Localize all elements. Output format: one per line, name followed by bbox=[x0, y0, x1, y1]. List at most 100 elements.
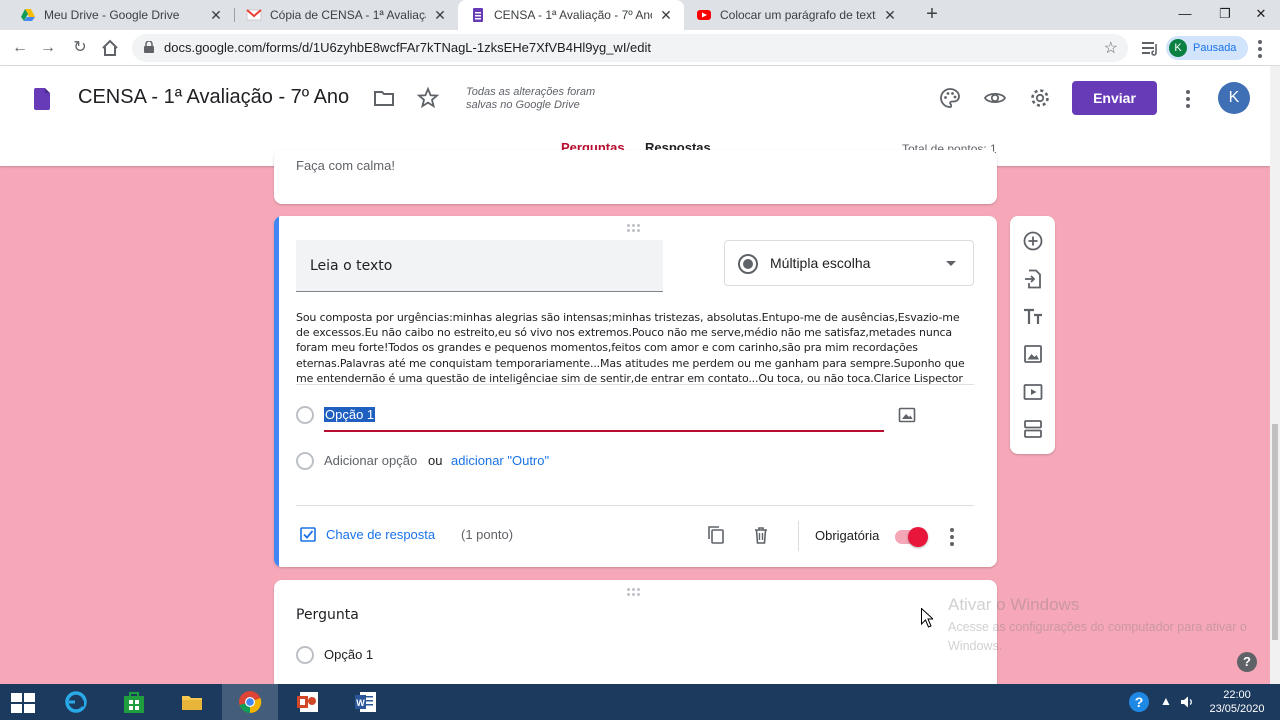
add-video-icon[interactable] bbox=[1022, 381, 1044, 403]
mouse-cursor-icon bbox=[921, 608, 933, 628]
svg-text:W: W bbox=[356, 698, 365, 708]
lock-icon bbox=[144, 41, 154, 53]
volume-icon[interactable] bbox=[1180, 695, 1194, 709]
question-description[interactable]: Sou composta por urgências:minhas alegri… bbox=[296, 310, 974, 386]
scrollbar-thumb[interactable] bbox=[1272, 424, 1278, 640]
question-type-dropdown[interactable]: Múltipla escolha bbox=[724, 240, 974, 286]
divider bbox=[296, 384, 974, 385]
tab-google-forms[interactable]: CENSA - 1ª Avaliação - 7º Ano - ✕ bbox=[458, 0, 684, 30]
account-avatar[interactable]: K bbox=[1218, 82, 1250, 114]
folder-icon[interactable] bbox=[372, 86, 396, 110]
delete-trash-icon[interactable] bbox=[751, 525, 771, 545]
gmail-icon bbox=[246, 9, 262, 21]
option-input-underline bbox=[324, 430, 884, 432]
bookmark-star-icon[interactable]: ☆ bbox=[1104, 38, 1118, 58]
tray-help-icon[interactable]: ? bbox=[1129, 692, 1149, 712]
new-tab-button[interactable]: + bbox=[920, 3, 944, 27]
form-title[interactable]: CENSA - 1ª Avaliação - 7º Ano bbox=[78, 86, 349, 109]
forward-icon[interactable]: → bbox=[36, 36, 60, 60]
drag-handle-icon[interactable] bbox=[627, 588, 643, 596]
required-toggle-knob[interactable] bbox=[908, 527, 928, 547]
clock[interactable]: 22:00 23/05/2020 bbox=[1206, 688, 1268, 716]
powerpoint-app[interactable] bbox=[280, 684, 336, 720]
google-forms-logo-icon[interactable] bbox=[34, 88, 50, 110]
question-title-input[interactable]: Leia o texto bbox=[296, 240, 663, 292]
clock-date: 23/05/2020 bbox=[1209, 703, 1265, 715]
tab-label: Colocar um parágrafo de texto n bbox=[720, 8, 876, 22]
form-description: Faça com calma! bbox=[296, 158, 395, 173]
google-forms-icon bbox=[473, 8, 483, 22]
dropdown-arrow-icon bbox=[946, 261, 956, 266]
tab-gmail[interactable]: Cópia de CENSA - 1ª Avaliação - ✕ bbox=[234, 0, 458, 30]
minimize-button[interactable]: — bbox=[1166, 0, 1204, 30]
youtube-icon bbox=[697, 10, 711, 20]
restore-button[interactable]: ❐ bbox=[1206, 0, 1244, 30]
file-explorer-app[interactable] bbox=[164, 684, 220, 720]
add-question-icon[interactable] bbox=[1022, 230, 1044, 252]
close-tab-icon[interactable]: ✕ bbox=[208, 7, 224, 24]
form-description-card[interactable]: Faça com calma! bbox=[274, 150, 997, 204]
browser-menu-icon[interactable] bbox=[1258, 40, 1262, 61]
chrome-app[interactable] bbox=[222, 684, 278, 720]
home-icon[interactable] bbox=[100, 38, 120, 58]
word-icon: W bbox=[355, 692, 376, 712]
close-tab-icon[interactable]: ✕ bbox=[658, 7, 674, 24]
divider bbox=[296, 505, 974, 506]
windows-start-icon[interactable] bbox=[10, 692, 36, 714]
close-tab-icon[interactable]: ✕ bbox=[432, 7, 448, 24]
add-image-icon[interactable] bbox=[1022, 343, 1044, 365]
send-button[interactable]: Enviar bbox=[1072, 81, 1157, 115]
add-image-icon[interactable] bbox=[898, 406, 916, 424]
reload-icon[interactable]: ↻ bbox=[68, 36, 92, 60]
folder-icon bbox=[182, 696, 202, 710]
option-radio-icon bbox=[296, 452, 314, 470]
option-radio-icon bbox=[296, 406, 314, 424]
profile-chip[interactable]: K Pausada bbox=[1166, 36, 1248, 60]
import-questions-icon[interactable] bbox=[1022, 268, 1044, 290]
option-radio-icon bbox=[296, 646, 314, 664]
tray-expand-icon[interactable]: ▲ bbox=[1160, 694, 1172, 708]
taskbar: W ? ▲ 22:00 23/05/2020 bbox=[0, 684, 1280, 720]
help-icon[interactable]: ? bbox=[1237, 652, 1257, 672]
tab-youtube[interactable]: Colocar um parágrafo de texto n ✕ bbox=[684, 0, 908, 30]
preview-eye-icon[interactable] bbox=[983, 86, 1007, 110]
star-icon[interactable] bbox=[416, 86, 440, 110]
question-title-text[interactable]: Pergunta bbox=[296, 607, 359, 623]
answer-key-button[interactable]: Chave de resposta bbox=[326, 527, 435, 542]
add-section-icon[interactable] bbox=[1022, 418, 1044, 440]
question-more-options-icon[interactable] bbox=[950, 528, 954, 549]
palette-icon[interactable] bbox=[938, 86, 962, 110]
powerpoint-icon bbox=[297, 692, 318, 712]
question-card-active[interactable]: Leia o texto Múltipla escolha Sou compos… bbox=[274, 216, 997, 567]
add-option-link[interactable]: Adicionar opção bbox=[324, 453, 417, 468]
drag-handle-icon[interactable] bbox=[627, 224, 643, 232]
more-options-icon[interactable] bbox=[1186, 90, 1190, 111]
question-card[interactable]: Pergunta Opção 1 bbox=[274, 580, 997, 690]
question-type-label: Múltipla escolha bbox=[770, 255, 871, 271]
tab-label: CENSA - 1ª Avaliação - 7º Ano - bbox=[494, 8, 652, 22]
activation-watermark-title: Ativar o Windows bbox=[948, 595, 1080, 614]
internet-explorer-app[interactable] bbox=[48, 684, 104, 720]
profile-status: Pausada bbox=[1193, 42, 1237, 54]
profile-avatar: K bbox=[1169, 39, 1187, 57]
store-bag-icon bbox=[124, 692, 144, 713]
store-app[interactable] bbox=[106, 684, 162, 720]
option-1-input[interactable]: Opção 1 bbox=[324, 407, 376, 422]
media-queue-icon[interactable] bbox=[1140, 38, 1160, 58]
tab-label: Cópia de CENSA - 1ª Avaliação - bbox=[270, 8, 426, 22]
add-title-text-icon[interactable] bbox=[1022, 306, 1044, 328]
add-other-link[interactable]: adicionar "Outro" bbox=[451, 453, 549, 468]
floating-toolbar bbox=[1010, 216, 1055, 454]
word-app[interactable]: W bbox=[338, 684, 394, 720]
close-window-button[interactable]: ✕ bbox=[1242, 0, 1280, 30]
duplicate-icon[interactable] bbox=[706, 525, 726, 545]
answer-key-checkbox-icon[interactable] bbox=[300, 526, 316, 542]
tab-label: Meu Drive - Google Drive bbox=[44, 8, 180, 22]
address-bar[interactable]: docs.google.com/forms/d/1U6zyhbE8wcfFAr7… bbox=[132, 34, 1128, 62]
tab-google-drive[interactable]: Meu Drive - Google Drive ✕ bbox=[8, 0, 234, 30]
active-card-indicator bbox=[274, 216, 279, 567]
option-1-text[interactable]: Opção 1 bbox=[324, 647, 373, 662]
settings-gear-icon[interactable] bbox=[1028, 86, 1052, 110]
close-tab-icon[interactable]: ✕ bbox=[882, 7, 898, 24]
back-icon[interactable]: ← bbox=[8, 36, 32, 60]
